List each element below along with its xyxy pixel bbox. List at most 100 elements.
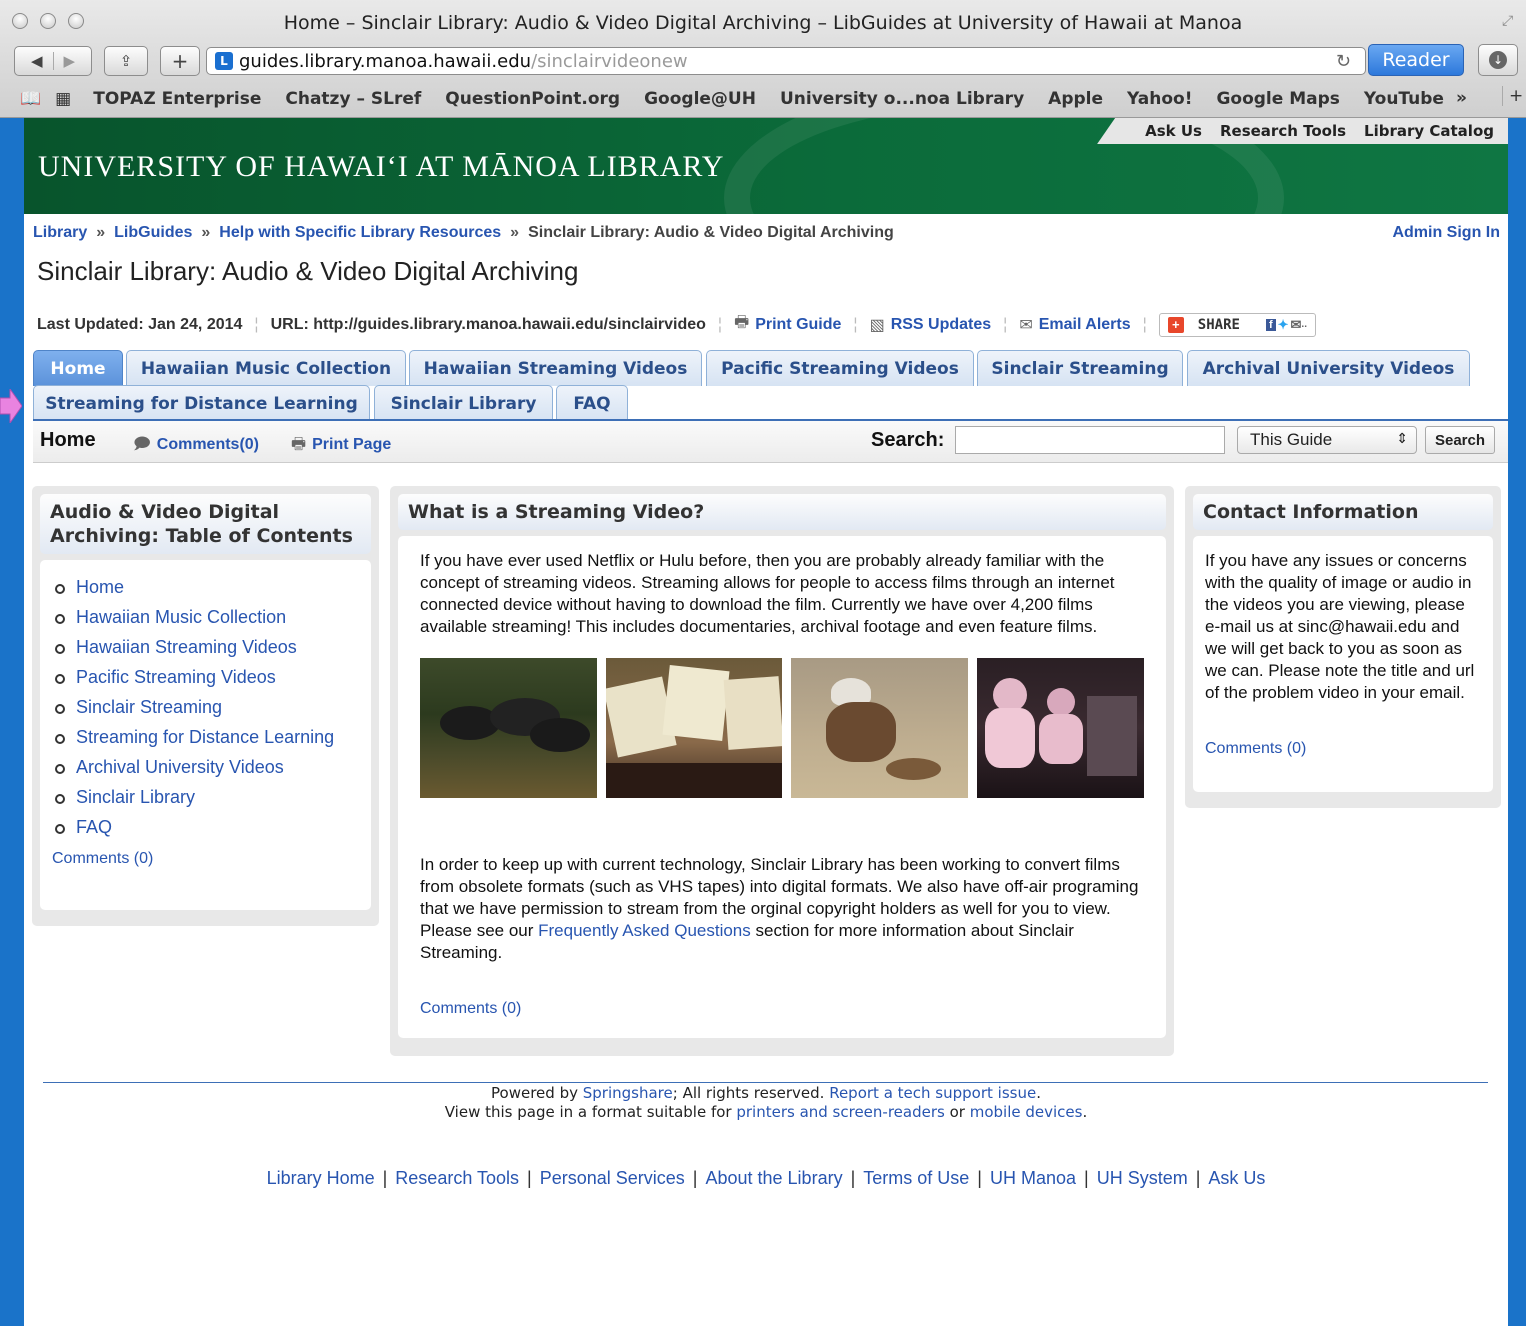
search-scope-select[interactable]: This Guide ⇕ — [1237, 426, 1417, 454]
ask-us-link[interactable]: Ask Us — [1145, 122, 1202, 140]
print-page-link[interactable]: 🖶 Print Page — [291, 433, 391, 460]
breadcrumb-current: Sinclair Library: Audio & Video Digital … — [528, 224, 894, 241]
address-bar[interactable]: L guides.library.manoa.hawaii.edu/sincla… — [206, 47, 1366, 75]
page-comments-link[interactable]: 🗩 Comments(0) — [133, 433, 259, 460]
email-alerts-link[interactable]: Email Alerts — [1039, 316, 1131, 334]
search-button[interactable]: Search — [1425, 426, 1495, 454]
research-tools-footer-link[interactable]: Research Tools — [395, 1168, 519, 1188]
toc-item-hawaiian-music-collection[interactable]: Hawaiian Music Collection — [52, 606, 359, 628]
contact-comments-link[interactable]: Comments (0) — [1205, 738, 1481, 760]
toc-box: Audio & Video Digital Archiving: Table o… — [32, 486, 379, 926]
tab-pacific-streaming-videos[interactable]: Pacific Streaming Videos — [706, 350, 974, 386]
toc-item-pacific-streaming-videos[interactable]: Pacific Streaming Videos — [52, 666, 359, 688]
banner-title[interactable]: UNIVERSITY OF HAWAI‘I AT MĀNOA LIBRARY — [38, 150, 724, 184]
new-tab-button[interactable]: + — [160, 46, 200, 76]
plus-icon: + — [171, 49, 189, 73]
bookmark-item[interactable]: Google@UH — [644, 89, 756, 109]
bookmark-item[interactable]: TOPAZ Enterprise — [93, 89, 261, 109]
window-title: Home – Sinclair Library: Audio & Video D… — [283, 12, 1243, 34]
breadcrumb-help[interactable]: Help with Specific Library Resources — [219, 224, 501, 241]
breadcrumb-libguides[interactable]: LibGuides — [114, 224, 192, 241]
toc-item-archival-university-videos[interactable]: Archival University Videos — [52, 756, 359, 778]
tab-home[interactable]: Home — [33, 350, 123, 386]
uh-manoa-link[interactable]: UH Manoa — [990, 1168, 1076, 1188]
powered-by-text: Powered by — [491, 1084, 583, 1102]
tab-streaming-for-distance-learning[interactable]: Streaming for Distance Learning — [33, 385, 370, 421]
email-share-icon[interactable]: ✉ — [1291, 317, 1302, 333]
twitter-icon[interactable]: ✦ — [1278, 317, 1289, 333]
reading-list-icon[interactable]: 📖 — [20, 89, 41, 109]
page-subbar: Home 🗩 Comments(0) 🖶 Print Page Search: Th… — [33, 421, 1508, 463]
research-tools-link[interactable]: Research Tools — [1220, 122, 1346, 140]
breadcrumb-library[interactable]: Library — [33, 224, 87, 241]
download-icon: ↓ — [1489, 51, 1507, 69]
video-stills — [420, 658, 1144, 798]
streaming-video-body: If you have ever used Netflix or Hulu be… — [398, 536, 1166, 1038]
toc-item-faq[interactable]: FAQ — [52, 816, 359, 838]
share-page-button[interactable]: ⇪ — [104, 46, 148, 76]
tab-hawaiian-streaming-videos[interactable]: Hawaiian Streaming Videos — [409, 350, 702, 386]
contact-body: If you have any issues or concerns with … — [1193, 536, 1493, 792]
toc-item-sinclair-library[interactable]: Sinclair Library — [52, 786, 359, 808]
library-catalog-link[interactable]: Library Catalog — [1364, 122, 1494, 140]
personal-services-link[interactable]: Personal Services — [540, 1168, 685, 1188]
share-button[interactable]: + SHARE f ✦ ✉ .. — [1158, 312, 1316, 337]
bookmark-item[interactable]: Chatzy – SLref — [285, 89, 421, 109]
main-comments-link[interactable]: Comments (0) — [420, 998, 1144, 1020]
tab-sinclair-streaming[interactable]: Sinclair Streaming — [977, 350, 1183, 386]
facebook-icon[interactable]: f — [1265, 318, 1276, 331]
reload-icon[interactable]: ↻ — [1336, 51, 1351, 72]
tab-hawaiian-music-collection[interactable]: Hawaiian Music Collection — [126, 350, 406, 386]
share-label: SHARE — [1197, 316, 1240, 333]
toc-item-hawaiian-streaming-videos[interactable]: Hawaiian Streaming Videos — [52, 636, 359, 658]
bookmark-item[interactable]: Apple — [1048, 89, 1103, 109]
print-guide-link[interactable]: Print Guide — [755, 316, 841, 334]
select-arrows-icon: ⇕ — [1396, 430, 1408, 446]
forward-icon[interactable]: ▶ — [54, 52, 86, 70]
toc-item-streaming-for-distance-learning[interactable]: Streaming for Distance Learning — [52, 726, 359, 748]
add-bookmark-icon[interactable]: + — [1502, 86, 1523, 106]
report-issue-link[interactable]: Report a tech support issue — [829, 1084, 1036, 1102]
reader-button[interactable]: Reader — [1368, 44, 1464, 76]
uh-system-link[interactable]: UH System — [1097, 1168, 1188, 1188]
breadcrumb-separator: » — [201, 224, 211, 241]
bookmark-item[interactable]: Yahoo! — [1127, 89, 1192, 109]
tab-sinclair-library[interactable]: Sinclair Library — [374, 385, 553, 421]
bookmark-item[interactable]: Google Maps — [1216, 89, 1339, 109]
bookmark-item[interactable]: QuestionPoint.org — [445, 89, 620, 109]
current-page-label: Home — [40, 429, 96, 451]
library-home-link[interactable]: Library Home — [267, 1168, 375, 1188]
toc-item-home[interactable]: Home — [52, 576, 359, 598]
toc-item-sinclair-streaming[interactable]: Sinclair Streaming — [52, 696, 359, 718]
back-icon[interactable]: ◀ — [21, 52, 54, 70]
guide-url: URL: http://guides.library.manoa.hawaii.… — [270, 315, 706, 333]
search-label: Search: — [871, 429, 945, 451]
fullscreen-icon[interactable]: ⤢ — [1502, 12, 1518, 28]
bookmark-item[interactable]: University o...noa Library — [780, 89, 1024, 109]
top-sites-icon[interactable]: ▦ — [55, 89, 71, 109]
ask-us-footer-link[interactable]: Ask Us — [1208, 1168, 1265, 1188]
about-library-link[interactable]: About the Library — [705, 1168, 842, 1188]
more-bookmarks-icon[interactable]: » — [1456, 88, 1467, 108]
comment-icon: 🗩 — [133, 436, 151, 453]
terms-of-use-link[interactable]: Terms of Use — [863, 1168, 969, 1188]
breadcrumb-separator: » — [510, 224, 520, 241]
admin-sign-in-link[interactable]: Admin Sign In — [1392, 224, 1500, 242]
craftsman-image — [791, 658, 969, 798]
view-format-text: View this page in a format suitable for — [444, 1103, 737, 1121]
tab-faq[interactable]: FAQ — [556, 385, 628, 421]
springshare-link[interactable]: Springshare — [583, 1084, 673, 1102]
downloads-button[interactable]: ↓ — [1478, 44, 1518, 76]
faq-link[interactable]: Frequently Asked Questions — [538, 921, 751, 940]
tab-archival-university-videos[interactable]: Archival University Videos — [1187, 350, 1470, 386]
rss-updates-link[interactable]: RSS Updates — [891, 316, 991, 334]
printers-link[interactable]: printers and screen-readers — [736, 1103, 944, 1121]
mobile-devices-link[interactable]: mobile devices — [970, 1103, 1083, 1121]
separator: | — [527, 1168, 532, 1188]
bookmark-item[interactable]: YouTube — [1364, 89, 1444, 109]
more-share-icon[interactable]: .. — [1301, 319, 1307, 330]
toc-comments-link[interactable]: Comments (0) — [52, 848, 359, 870]
library-banner: UNIVERSITY OF HAWAI‘I AT MĀNOA LIBRARY A… — [24, 118, 1508, 318]
search-input[interactable] — [955, 426, 1225, 454]
divider: ¦ — [254, 315, 259, 333]
